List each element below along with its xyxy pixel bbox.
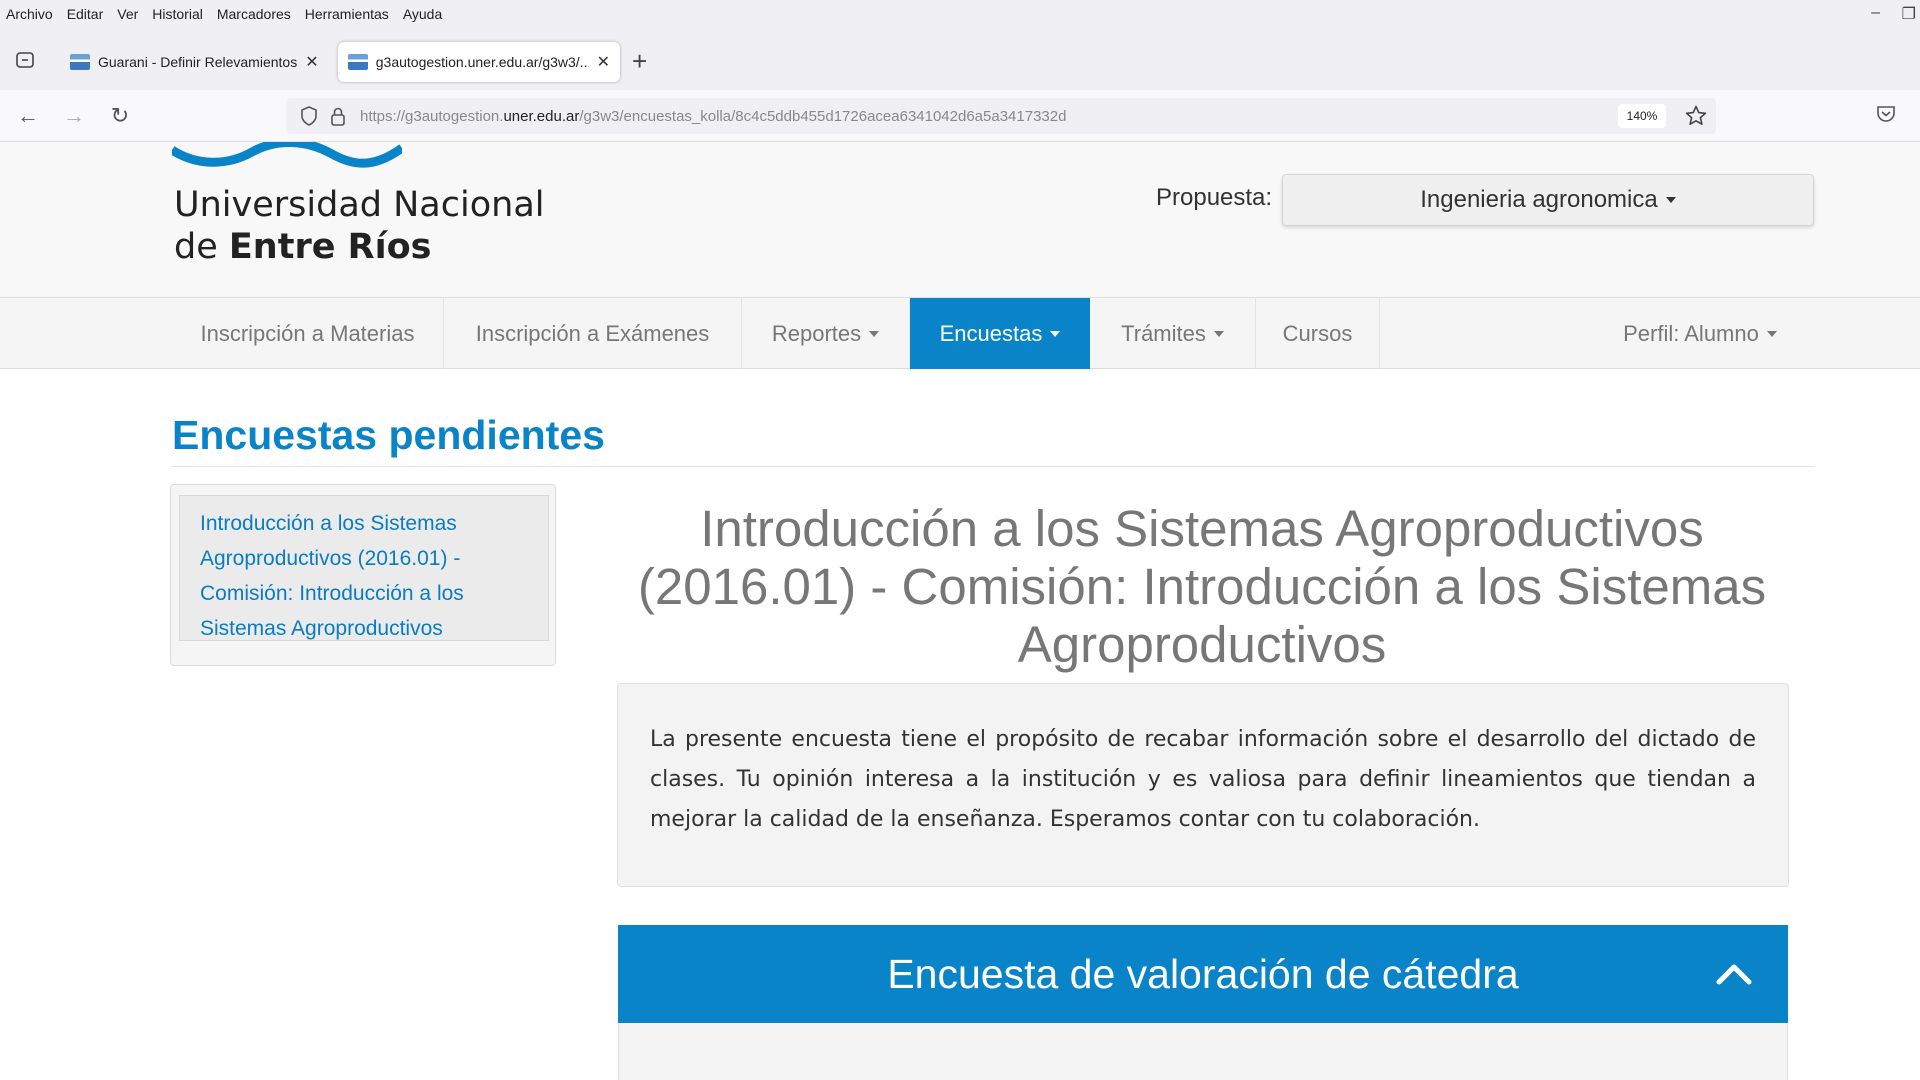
divider — [172, 466, 1814, 467]
zoom-level-badge[interactable]: 140% — [1618, 104, 1666, 128]
caret-down-icon — [1766, 330, 1777, 337]
chevron-up-icon[interactable] — [1714, 955, 1754, 991]
survey-section-body — [618, 1023, 1788, 1080]
reload-icon[interactable]: ↻ — [106, 102, 134, 130]
shield-icon[interactable] — [300, 106, 318, 126]
nav-tramites[interactable]: Trámites — [1090, 298, 1256, 369]
url-text: https://g3autogestion.uner.edu.ar/g3w3/e… — [360, 107, 1067, 125]
propuesta-value: Ingenieria agronomica — [1420, 186, 1658, 213]
nav-inscripcion-materias[interactable]: Inscripción a Materias — [172, 298, 444, 369]
pocket-icon[interactable] — [1874, 102, 1898, 126]
site-favicon-icon — [348, 54, 368, 70]
tab-title: Guarani - Definir Relevamientos — [98, 54, 298, 70]
survey-intro-box: La presente encuesta tiene el propósito … — [617, 683, 1789, 887]
browser-tabbar: Guarani - Definir Relevamientos ✕ g3auto… — [0, 28, 1920, 90]
nav-reportes[interactable]: Reportes — [742, 298, 910, 369]
caret-down-icon — [1050, 330, 1061, 337]
pending-survey-link[interactable]: Introducción a los Sistemas Agroproducti… — [179, 495, 549, 641]
university-logo-text: Universidad Nacional de Entre Ríos — [174, 184, 545, 268]
menu-ver[interactable]: Ver — [117, 6, 138, 22]
menu-ayuda[interactable]: Ayuda — [403, 6, 442, 22]
menu-herramientas[interactable]: Herramientas — [305, 6, 389, 22]
survey-intro-text: La presente encuesta tiene el propósito … — [650, 727, 1756, 832]
propuesta-dropdown[interactable]: Ingenieria agronomica — [1282, 174, 1814, 226]
restore-icon[interactable]: ❐ — [1902, 4, 1916, 24]
site-favicon-icon — [70, 54, 90, 70]
caret-down-icon — [869, 330, 880, 337]
pending-surveys-list: Introducción a los Sistemas Agroproducti… — [170, 484, 556, 666]
close-icon[interactable]: ✕ — [597, 52, 610, 72]
propuesta-label: Propuesta: — [1156, 184, 1273, 211]
logo-line-1: Universidad Nacional — [174, 185, 545, 225]
main-nav: Inscripción a Materias Inscripción a Exá… — [0, 297, 1920, 369]
survey-title: Introducción a los Sistemas Agroproducti… — [637, 500, 1767, 673]
logo-line-2: de Entre Ríos — [174, 227, 432, 267]
tab-list-icon[interactable] — [12, 48, 38, 72]
page-title: Encuestas pendientes — [172, 412, 605, 458]
caret-down-icon — [1213, 330, 1224, 337]
minimize-icon[interactable]: – — [1871, 4, 1880, 22]
lock-icon[interactable] — [330, 106, 346, 126]
star-icon[interactable] — [1684, 104, 1708, 128]
nav-inscripcion-examenes[interactable]: Inscripción a Exámenes — [444, 298, 742, 369]
nav-encuestas[interactable]: Encuestas — [910, 298, 1090, 369]
browser-navbar: ← → ↻ https://g3autogestion.uner.edu.ar/… — [0, 90, 1920, 142]
browser-tab-active[interactable]: g3autogestion.uner.edu.ar/g3w3/... ✕ — [338, 42, 620, 82]
caret-down-icon — [1665, 197, 1676, 203]
menu-marcadores[interactable]: Marcadores — [217, 6, 291, 22]
site-header: Universidad Nacional de Entre Ríos Propu… — [0, 142, 1920, 297]
nav-perfil[interactable]: Perfil: Alumno — [1600, 298, 1800, 369]
university-logo-waves — [172, 142, 402, 168]
nav-cursos[interactable]: Cursos — [1256, 298, 1380, 369]
browser-menubar: Archivo Editar Ver Historial Marcadores … — [0, 0, 1920, 28]
menu-historial[interactable]: Historial — [152, 6, 203, 22]
close-icon[interactable]: ✕ — [305, 52, 318, 72]
survey-section-header[interactable]: Encuesta de valoración de cátedra — [618, 925, 1788, 1023]
address-bar[interactable]: https://g3autogestion.uner.edu.ar/g3w3/e… — [286, 98, 1716, 134]
menu-archivo[interactable]: Archivo — [6, 6, 53, 22]
browser-tab-guarani[interactable]: Guarani - Definir Relevamientos ✕ — [60, 42, 330, 82]
plus-icon[interactable]: + — [632, 48, 647, 74]
tab-title: g3autogestion.uner.edu.ar/g3w3/... — [375, 54, 589, 70]
forward-arrow-icon[interactable]: → — [60, 102, 88, 130]
menu-editar[interactable]: Editar — [67, 6, 104, 22]
survey-section-title: Encuesta de valoración de cátedra — [887, 950, 1519, 997]
back-arrow-icon[interactable]: ← — [14, 102, 42, 130]
